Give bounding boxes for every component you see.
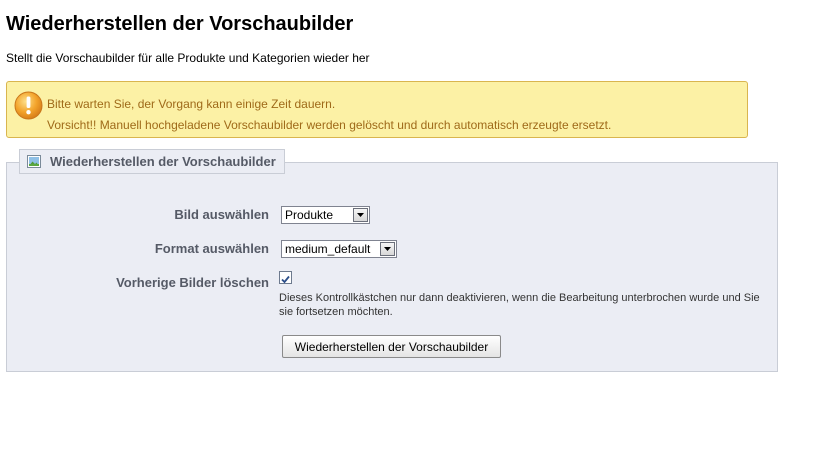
page-subtitle: Stellt die Vorschaubilder für alle Produ… [6, 51, 370, 65]
chevron-down-icon[interactable] [353, 208, 368, 222]
page-title: Wiederherstellen der Vorschaubilder [6, 13, 354, 35]
image-type-label: Bild auswählen [174, 207, 269, 222]
fieldset-legend: Wiederherstellen der Vorschaubilder [19, 149, 285, 174]
delete-previous-checkbox[interactable] [279, 271, 292, 284]
image-type-select[interactable]: Produkte [281, 206, 370, 224]
image-icon [27, 155, 41, 168]
format-select[interactable]: medium_default [281, 240, 397, 258]
warning-message-wait: Bitte warten Sie, der Vorgang kann einig… [47, 97, 336, 111]
page: Wiederherstellen der Vorschaubilder Stel… [0, 0, 840, 460]
warning-box: Bitte warten Sie, der Vorgang kann einig… [6, 81, 748, 138]
chevron-down-icon [357, 213, 364, 217]
image-type-selected-value: Produkte [285, 208, 334, 222]
warning-message-caution: Vorsicht!! Manuell hochgeladene Vorschau… [47, 118, 612, 132]
format-label: Format auswählen [154, 241, 269, 256]
chevron-down-icon [384, 247, 391, 251]
delete-help-text: Dieses Kontrollkästchen nur dann deaktiv… [279, 292, 760, 318]
chevron-down-icon[interactable] [380, 242, 395, 256]
format-selected-value: medium_default [285, 242, 371, 256]
regenerate-thumbnails-button[interactable]: Wiederherstellen der Vorschaubilder [282, 335, 501, 358]
legend-title: Wiederherstellen der Vorschaubilder [50, 154, 276, 169]
delete-previous-label: Vorherige Bilder löschen [116, 275, 269, 290]
checkmark-icon [281, 275, 290, 284]
warning-icon [14, 91, 43, 120]
